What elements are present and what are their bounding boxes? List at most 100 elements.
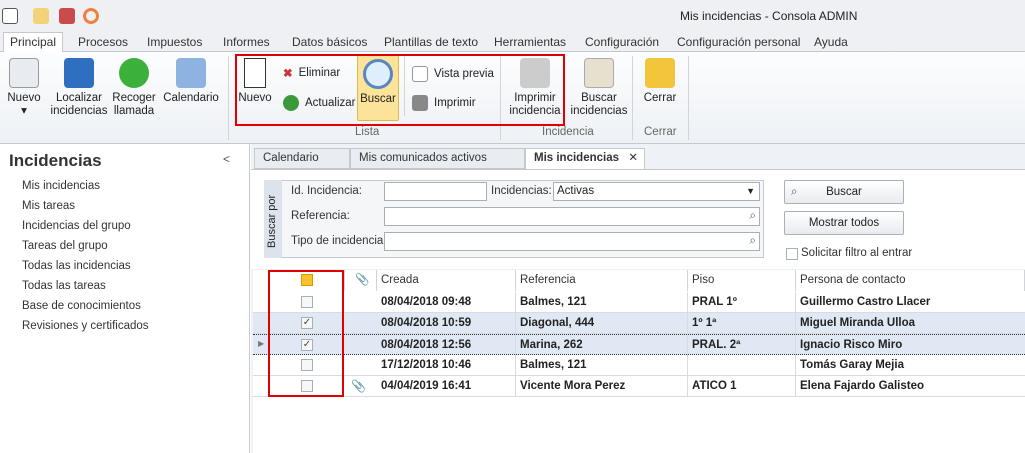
incidencias-select[interactable]: Activas ▼	[553, 182, 760, 201]
buscar-incidencias-button[interactable]: Buscar incidencias	[570, 58, 628, 118]
collapse-icon[interactable]: <	[223, 152, 230, 166]
label: Mis incidencias	[534, 152, 620, 164]
app-icon	[2, 8, 18, 24]
sidebar-item-todas-tareas[interactable]: Todas las tareas	[22, 280, 106, 292]
sidebar-item-todas-incidencias[interactable]: Todas las incidencias	[22, 260, 131, 272]
tab-herramientas[interactable]: Herramientas	[488, 33, 572, 53]
checkbox-highlight-box	[268, 270, 344, 397]
column-creada[interactable]: Creada	[377, 270, 516, 291]
cell-persona: Elena Fajardo Galisteo	[800, 380, 924, 392]
highlight-box	[235, 54, 565, 126]
incidencias-label: Incidencias:	[491, 185, 552, 197]
search-icon[interactable]: ⌕	[750, 208, 756, 225]
table-row[interactable]: ▶ ✓ 08/04/2018 12:56 Marina, 262 PRAL. 2ª Ign…	[253, 334, 1025, 355]
doc-tab-mis-incidencias[interactable]: Mis incidencias ✕	[525, 148, 645, 170]
cell-referencia: Diagonal, 444	[516, 313, 688, 333]
table-row[interactable]: 08/04/2018 09:48 Balmes, 121 PRAL 1º Guille…	[253, 292, 1025, 313]
calendario-button[interactable]: Calendario	[162, 58, 220, 105]
close-icon[interactable]: ✕	[628, 149, 638, 168]
cerrar-button[interactable]: Cerrar	[638, 58, 682, 105]
label: Buscar	[826, 186, 862, 198]
paperclip-icon[interactable]: 📎	[351, 379, 366, 393]
cell-creada: 08/04/2018 12:56	[377, 335, 516, 355]
sidebar-item-base-conocimientos[interactable]: Base de conocimientos	[22, 300, 141, 312]
column-referencia[interactable]: Referencia	[516, 270, 688, 291]
chevron-down-icon: ▼	[746, 186, 755, 196]
label: Calendario	[163, 92, 219, 104]
row-indicator-icon: ▶	[258, 339, 265, 348]
table-row[interactable]: 📎 04/04/2019 16:41 Vicente Mora Perez ATICO…	[253, 376, 1025, 397]
cell-persona: Tomás Garay Mejia	[800, 359, 904, 371]
cell-creada: 08/04/2018 09:48	[377, 292, 516, 312]
search-incident-icon	[584, 58, 614, 88]
id-incidencia-input[interactable]	[384, 182, 487, 201]
ribbon-tabs: Principal Procesos Impuestos Informes Da…	[0, 30, 1025, 53]
referencia-label: Referencia:	[291, 210, 350, 222]
table-row[interactable]: 17/12/2018 10:46 Balmes, 121 Tomás Garay M…	[253, 355, 1025, 376]
label: Cerrar	[643, 92, 677, 104]
calendar-icon	[176, 58, 206, 88]
cell-referencia: Balmes, 121	[516, 355, 688, 375]
clipboard-icon[interactable]	[59, 8, 75, 24]
tab-datos-basicos[interactable]: Datos básicos	[286, 33, 373, 53]
new-document-icon	[9, 58, 39, 88]
mail-icon[interactable]	[33, 8, 49, 24]
solicitar-filtro-checkbox[interactable]	[786, 248, 798, 260]
column-piso[interactable]: Piso	[688, 270, 796, 291]
group-label-incidencia: Incidencia	[542, 126, 594, 138]
sidebar-item-revisiones[interactable]: Revisiones y certificados	[22, 320, 149, 332]
cell-persona: Miguel Miranda Ulloa	[800, 317, 916, 329]
sidebar: Incidencias < Mis incidencias Mis tareas…	[0, 144, 250, 453]
label: Localizar incidencias	[50, 92, 108, 117]
tab-informes[interactable]: Informes	[217, 33, 276, 53]
tab-principal[interactable]: Principal	[3, 32, 64, 53]
tab-procesos[interactable]: Procesos	[72, 33, 134, 53]
cell-referencia: Marina, 262	[516, 335, 688, 355]
doc-tab-calendario[interactable]: Calendario	[254, 148, 350, 169]
cell-creada: 04/04/2019 16:41	[377, 376, 516, 396]
cell-persona: Guillermo Castro Llacer	[800, 296, 931, 308]
solicitar-filtro-label: Solicitar filtro al entrar	[801, 247, 913, 259]
recoger-llamada-button[interactable]: Recoger llamada	[110, 58, 158, 118]
tab-configuracion[interactable]: Configuración	[579, 33, 665, 53]
sidebar-item-mis-tareas[interactable]: Mis tareas	[22, 200, 75, 212]
cell-piso: PRAL. 2ª	[688, 335, 796, 355]
chevron-down-icon: ▾	[21, 105, 27, 117]
cell-piso: PRAL 1º	[688, 292, 796, 312]
sidebar-item-tareas-grupo[interactable]: Tareas del grupo	[22, 240, 108, 252]
localizar-button[interactable]: Localizar incidencias	[50, 58, 108, 118]
tab-ayuda[interactable]: Ayuda	[808, 33, 854, 53]
sidebar-title: Incidencias	[9, 151, 102, 170]
search-buscar-button[interactable]: ⌕ Buscar	[784, 180, 904, 204]
group-label-cerrar: Cerrar	[644, 126, 677, 138]
tab-plantillas[interactable]: Plantillas de texto	[378, 33, 484, 53]
label: Buscar incidencias	[570, 92, 628, 117]
cell-creada: 08/04/2018 10:59	[377, 313, 516, 333]
cell-persona: Ignacio Risco Miro	[800, 339, 903, 351]
search-icon[interactable]: ⌕	[750, 233, 756, 250]
label: Recoger llamada	[112, 92, 156, 117]
doc-tab-comunicados[interactable]: Mis comunicados activos	[350, 148, 525, 169]
phone-icon	[119, 58, 149, 88]
label: Nuevo	[7, 92, 41, 104]
sidebar-item-mis-incidencias[interactable]: Mis incidencias	[22, 180, 100, 192]
cell-piso: ATICO 1	[688, 376, 796, 396]
table-row[interactable]: ✓ 08/04/2018 10:59 Diagonal, 444 1º 1ª Migue…	[253, 313, 1025, 334]
cell-piso	[688, 355, 796, 375]
broadcast-icon[interactable]	[83, 8, 99, 24]
tab-impuestos[interactable]: Impuestos	[141, 33, 208, 53]
file-cabinet-icon	[64, 58, 94, 88]
cell-creada: 17/12/2018 10:46	[377, 355, 516, 375]
referencia-input[interactable]: ⌕	[384, 207, 760, 226]
tipo-incidencia-input[interactable]: ⌕	[384, 232, 760, 251]
selected-value: Activas	[557, 185, 595, 197]
mostrar-todos-button[interactable]: Mostrar todos	[784, 211, 904, 235]
nuevo-main-button[interactable]: Nuevo ▾	[4, 58, 44, 118]
sidebar-item-incidencias-grupo[interactable]: Incidencias del grupo	[22, 220, 131, 232]
magnifier-icon: ⌕	[791, 186, 798, 198]
tab-configuracion-personal[interactable]: Configuración personal	[671, 33, 806, 53]
cell-referencia: Vicente Mora Perez	[516, 376, 688, 396]
column-persona[interactable]: Persona de contacto	[796, 270, 1025, 291]
title-bar: Mis incidencias - Consola ADMIN	[0, 0, 1025, 30]
window-title: Mis incidencias - Consola ADMIN	[680, 9, 858, 23]
